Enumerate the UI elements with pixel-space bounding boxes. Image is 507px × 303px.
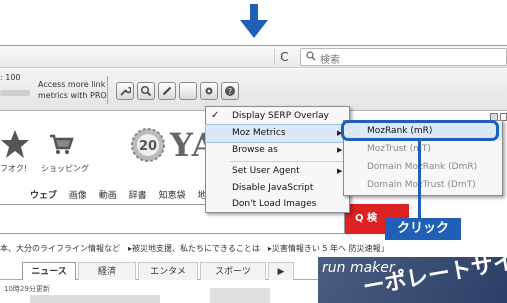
news-item[interactable] xyxy=(30,295,160,303)
submenu-arrow-icon: ▶ xyxy=(337,167,343,175)
search-tab[interactable]: 画像 xyxy=(69,191,87,201)
pencil-button[interactable] xyxy=(158,82,176,100)
anniversary-badge-icon: 20 xyxy=(131,128,165,162)
info-links-line[interactable]: 本、大分のライフライン情報など ▸被災地支援、私たちにできることは ▸災害情報き… xyxy=(0,243,507,254)
tab-next-arrow[interactable]: ▶ xyxy=(268,262,294,280)
submenu-item-domain-moztrust[interactable]: Domain MozTrust (DmT) xyxy=(344,176,502,194)
toolbar-metric-count: : 100 xyxy=(0,73,21,82)
pencil-icon xyxy=(162,86,172,96)
submenu-item-domain-mozrank[interactable]: Domain MozRank (DmR) xyxy=(344,158,502,176)
search-toolbar-button[interactable] xyxy=(137,82,155,100)
blank-toolbar-button[interactable] xyxy=(179,82,197,100)
help-button[interactable]: ? xyxy=(221,82,239,100)
shopping-cart-icon xyxy=(50,134,74,154)
checkmark-icon: ✓ xyxy=(211,110,220,121)
callout-connector xyxy=(418,141,421,218)
access-more-link[interactable]: Access more link metrics with PRO xyxy=(38,79,108,101)
search-tab[interactable]: ウェブ xyxy=(30,191,57,201)
menu-item-moz-metrics[interactable]: Moz Metrics xyxy=(205,124,350,143)
auction-label[interactable]: フオク! xyxy=(0,163,27,174)
submenu-arrow-icon: ▶ xyxy=(337,146,343,154)
submenu-item-moztrust[interactable]: MozTrust (mT) xyxy=(344,140,502,158)
shopping-label[interactable]: ショッピング xyxy=(41,163,89,174)
toolbar-divider xyxy=(107,76,108,104)
svg-text:?: ? xyxy=(228,87,232,96)
wrench-button[interactable] xyxy=(116,82,134,100)
menu-item-browse-as[interactable]: Browse as xyxy=(206,142,349,159)
news-thumbnail[interactable] xyxy=(210,288,270,303)
access-link-line-1: Access more link xyxy=(38,80,106,89)
update-time: 10時29分更新 xyxy=(4,285,50,293)
badge-number: 20 xyxy=(139,139,157,154)
search-tab[interactable]: 知恵袋 xyxy=(159,191,186,201)
wrench-icon xyxy=(120,86,132,96)
down-arrow-icon xyxy=(240,4,268,38)
browser-search-placeholder: 検索 xyxy=(320,55,340,66)
tab-entertainment[interactable]: エンタメ xyxy=(138,262,198,280)
help-icon: ? xyxy=(225,86,235,96)
auction-star-icon xyxy=(1,130,29,158)
tab-sports[interactable]: スポーツ xyxy=(200,262,266,280)
tab-news[interactable]: ニュース xyxy=(22,262,76,280)
search-category-tabs: ウェブ 画像 動画 辞書 知恵袋 地図 xyxy=(30,188,224,201)
search-tab[interactable]: 辞書 xyxy=(129,191,147,201)
magnifier-icon xyxy=(141,86,152,97)
mozrank-highlight-frame xyxy=(341,120,499,141)
menu-item-disable-javascript[interactable]: Disable JavaScript xyxy=(206,180,349,197)
menu-separator xyxy=(230,161,347,162)
menu-item-display-serp-overlay[interactable]: Display SERP Overlay xyxy=(206,108,349,125)
search-tab[interactable]: 動画 xyxy=(99,191,117,201)
reload-button[interactable]: C xyxy=(274,49,294,65)
click-callout-label: クリック xyxy=(385,218,461,240)
menu-item-set-user-agent[interactable]: Set User Agent xyxy=(206,163,349,180)
menu-item-dont-load-images[interactable]: Don't Load Images xyxy=(206,196,349,213)
toolbar-progress-bar xyxy=(0,90,30,96)
search-icon xyxy=(306,51,316,61)
gear-button[interactable] xyxy=(200,82,218,100)
gear-icon xyxy=(205,87,213,95)
access-link-line-2: metrics with PRO xyxy=(38,91,107,100)
tab-economy[interactable]: 経済 xyxy=(78,262,136,280)
